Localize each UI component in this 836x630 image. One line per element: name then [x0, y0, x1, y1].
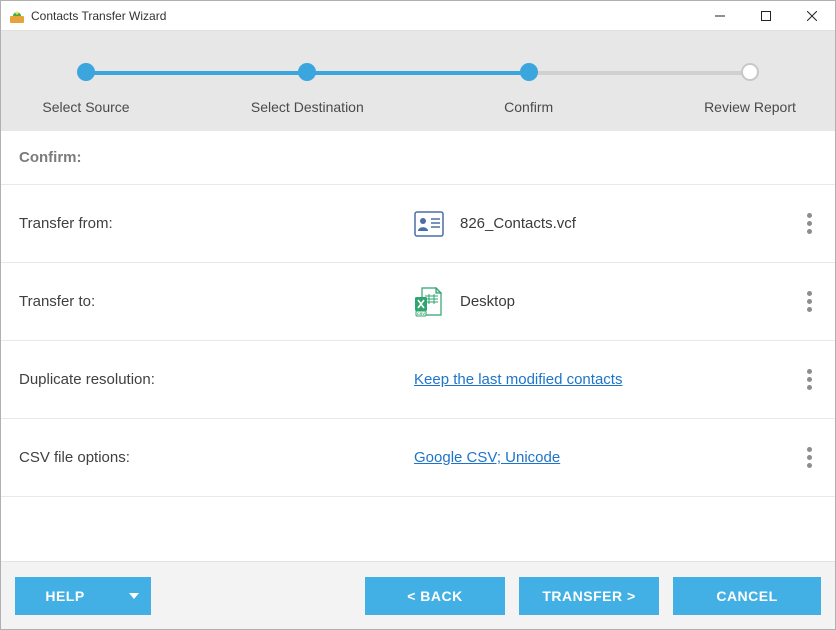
row-transfer-from: Transfer from: 826_Contacts.vcf	[1, 185, 835, 263]
close-button[interactable]	[789, 1, 835, 31]
step-destination: Select Destination	[252, 31, 362, 115]
row-value: CSV Desktop	[414, 287, 793, 317]
help-button[interactable]: HELP	[15, 577, 151, 615]
step-label: Review Report	[704, 99, 796, 115]
footer: HELP < BACK TRANSFER > CANCEL	[1, 561, 835, 629]
cancel-button[interactable]: CANCEL	[673, 577, 821, 615]
row-csv-options: CSV file options: Google CSV; Unicode	[1, 419, 835, 497]
row-value: 826_Contacts.vcf	[414, 211, 793, 237]
minimize-button[interactable]	[697, 1, 743, 31]
svg-text:CSV: CSV	[417, 311, 426, 316]
step-dot-icon	[520, 63, 538, 81]
help-label: HELP	[15, 588, 115, 604]
section-title: Confirm:	[1, 131, 835, 185]
more-options-button[interactable]	[799, 361, 820, 398]
step-label: Confirm	[504, 99, 553, 115]
step-review: Review Report	[695, 31, 805, 115]
help-dropdown-icon[interactable]	[115, 577, 151, 615]
row-duplicate-resolution: Duplicate resolution: Keep the last modi…	[1, 341, 835, 419]
window-title: Contacts Transfer Wizard	[31, 9, 166, 23]
step-source: Select Source	[31, 31, 141, 115]
app-icon	[9, 8, 25, 24]
step-label: Select Destination	[251, 99, 364, 115]
row-label: Duplicate resolution:	[19, 371, 414, 388]
row-label: Transfer from:	[19, 215, 414, 232]
row-label: CSV file options:	[19, 449, 414, 466]
step-dot-icon	[298, 63, 316, 81]
titlebar: Contacts Transfer Wizard	[1, 1, 835, 31]
more-options-button[interactable]	[799, 205, 820, 242]
row-transfer-to: Transfer to: CSV	[1, 263, 835, 341]
stepper: Select Source Select Destination Confirm…	[1, 31, 835, 131]
content: Confirm: Transfer from: 826_Contacts.vcf	[1, 131, 835, 561]
row-label: Transfer to:	[19, 293, 414, 310]
maximize-button[interactable]	[743, 1, 789, 31]
csv-icon: CSV	[414, 287, 454, 317]
row-value: Keep the last modified contacts	[414, 371, 793, 388]
window: Contacts Transfer Wizard Select Source S…	[0, 0, 836, 630]
csv-options-link[interactable]: Google CSV; Unicode	[414, 449, 560, 466]
row-value-text: 826_Contacts.vcf	[460, 215, 576, 232]
vcard-icon	[414, 211, 454, 237]
more-options-button[interactable]	[799, 283, 820, 320]
back-button[interactable]: < BACK	[365, 577, 505, 615]
step-label: Select Source	[42, 99, 129, 115]
more-options-button[interactable]	[799, 439, 820, 476]
row-value-text: Desktop	[460, 293, 515, 310]
step-dot-icon	[741, 63, 759, 81]
step-confirm: Confirm	[474, 31, 584, 115]
row-value: Google CSV; Unicode	[414, 449, 793, 466]
duplicate-resolution-link[interactable]: Keep the last modified contacts	[414, 371, 622, 388]
transfer-button[interactable]: TRANSFER >	[519, 577, 659, 615]
step-dot-icon	[77, 63, 95, 81]
